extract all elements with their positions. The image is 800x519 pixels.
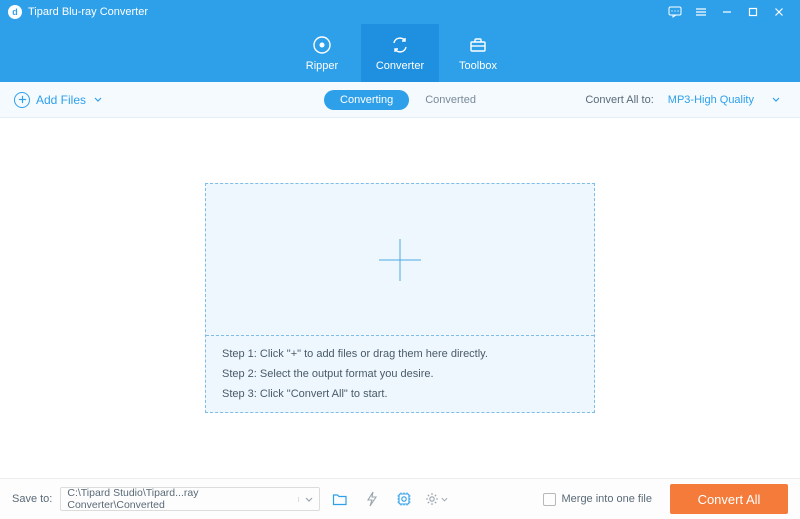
close-button[interactable] xyxy=(766,0,792,24)
tab-converted[interactable]: Converted xyxy=(425,94,476,106)
mode-toolbox[interactable]: Toolbox xyxy=(439,24,517,82)
app-title: Tipard Blu-ray Converter xyxy=(28,6,148,18)
step2-text: Step 2: Select the output format you des… xyxy=(222,368,578,380)
gpu-accel-icon[interactable] xyxy=(392,487,416,511)
app-logo: d xyxy=(8,5,22,19)
save-path-value: C:\Tipard Studio\Tipard...ray Converter\… xyxy=(67,487,298,511)
convert-all-to-label: Convert All to: xyxy=(585,94,653,106)
settings-gear-icon[interactable] xyxy=(424,487,448,511)
mode-converter-label: Converter xyxy=(376,60,424,72)
feedback-icon[interactable] xyxy=(662,0,688,24)
convert-all-to-group: Convert All to: MP3-High Quality xyxy=(585,92,786,108)
merge-label: Merge into one file xyxy=(562,493,653,505)
mode-ripper[interactable]: Ripper xyxy=(283,24,361,82)
add-files-label: Add Files xyxy=(36,93,86,107)
dropzone-add-area[interactable] xyxy=(206,184,594,336)
dropzone: Step 1: Click "+" to add files or drag t… xyxy=(205,183,595,413)
toolbar: Add Files Converting Converted Convert A… xyxy=(0,82,800,118)
status-tabs: Converting Converted xyxy=(324,90,476,110)
mode-toolbox-label: Toolbox xyxy=(459,60,497,72)
ripper-icon xyxy=(311,34,333,56)
dropzone-instructions: Step 1: Click "+" to add files or drag t… xyxy=(206,336,594,412)
main-area: Step 1: Click "+" to add files or drag t… xyxy=(0,118,800,478)
bottom-bar: Save to: C:\Tipard Studio\Tipard...ray C… xyxy=(0,478,800,519)
menu-icon[interactable] xyxy=(688,0,714,24)
output-format-selector[interactable]: MP3-High Quality xyxy=(662,92,786,108)
converter-icon xyxy=(389,34,411,56)
titlebar: d Tipard Blu-ray Converter xyxy=(0,0,800,24)
maximize-button[interactable] xyxy=(740,0,766,24)
chevron-down-icon xyxy=(298,497,313,502)
save-to-label: Save to: xyxy=(12,493,52,505)
open-folder-button[interactable] xyxy=(328,487,352,511)
tab-converting[interactable]: Converting xyxy=(324,90,409,110)
toolbox-icon xyxy=(467,34,489,56)
mode-ripper-label: Ripper xyxy=(306,60,338,72)
mode-bar: Ripper Converter Toolbox xyxy=(0,24,800,82)
plus-icon xyxy=(379,239,421,281)
plus-circle-icon xyxy=(14,92,30,108)
step3-text: Step 3: Click "Convert All" to start. xyxy=(222,388,578,400)
chevron-down-icon xyxy=(94,97,102,102)
step1-text: Step 1: Click "+" to add files or drag t… xyxy=(222,348,578,360)
merge-checkbox[interactable]: Merge into one file xyxy=(543,493,653,506)
add-files-button[interactable]: Add Files xyxy=(14,92,102,108)
lightning-off-icon[interactable] xyxy=(360,487,384,511)
output-format-value: MP3-High Quality xyxy=(668,94,754,106)
minimize-button[interactable] xyxy=(714,0,740,24)
save-path-selector[interactable]: C:\Tipard Studio\Tipard...ray Converter\… xyxy=(60,487,320,511)
convert-all-button[interactable]: Convert All xyxy=(670,484,788,514)
chevron-down-icon xyxy=(772,97,780,102)
mode-converter[interactable]: Converter xyxy=(361,24,439,82)
checkbox-icon xyxy=(543,493,556,506)
